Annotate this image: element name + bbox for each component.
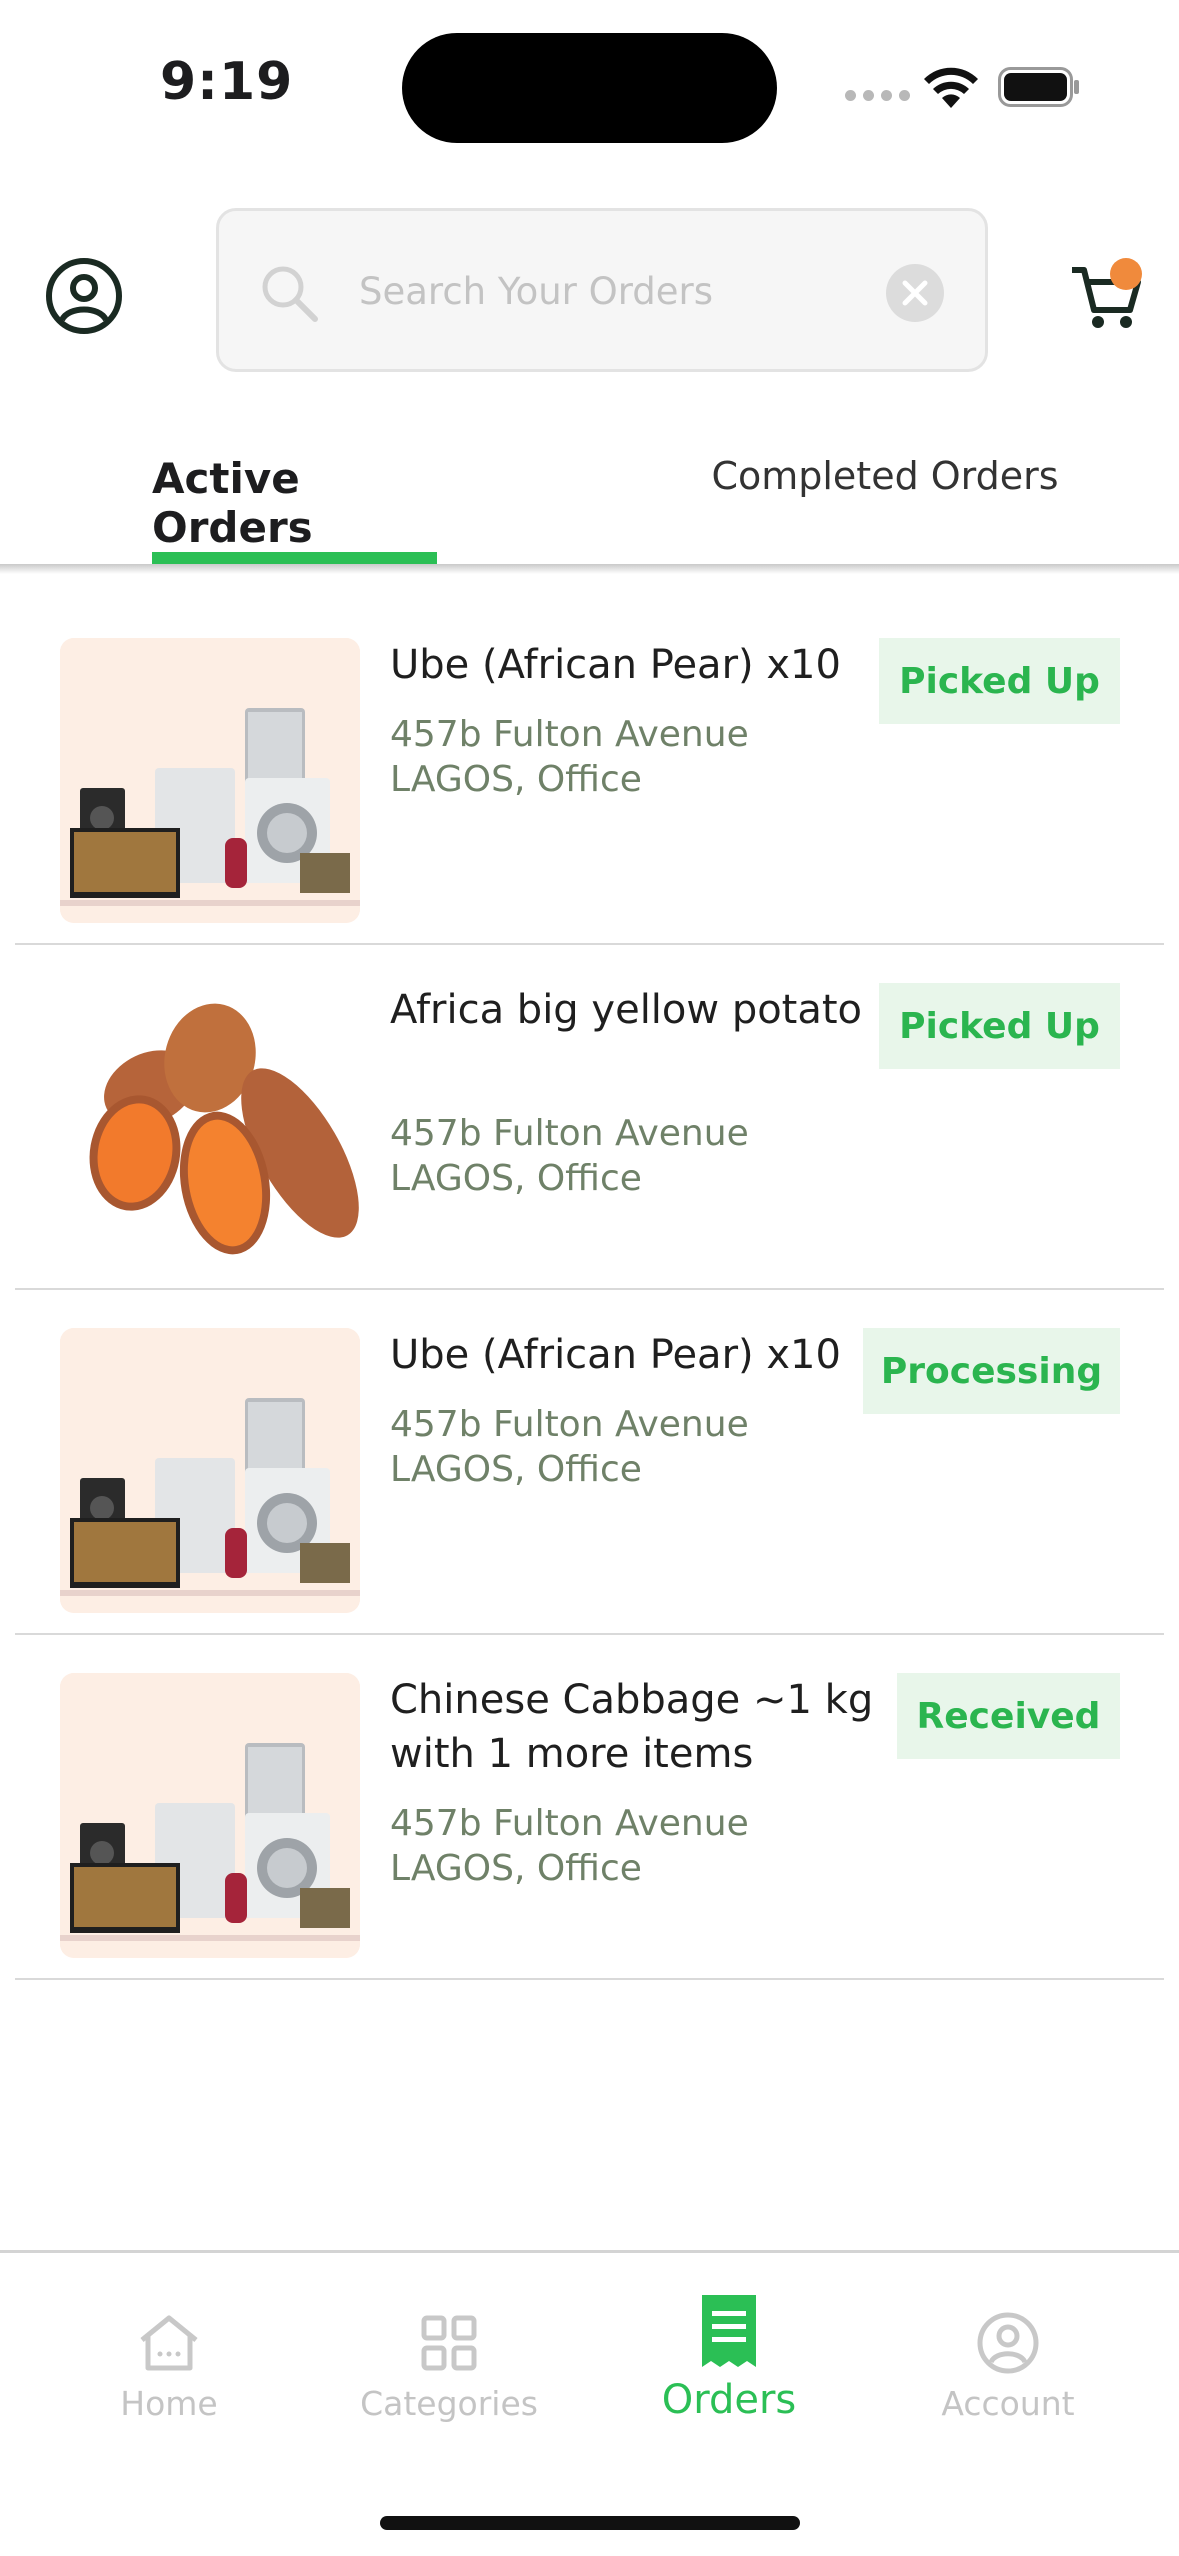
order-title: Chinese Cabbage ~1 kg with 1 more items <box>390 1677 874 1777</box>
status-badge: Picked Up <box>879 638 1120 724</box>
search-bar[interactable] <box>216 208 988 372</box>
nav-label: Categories <box>360 2384 538 2423</box>
order-address-line1: 457b Fulton Avenue <box>390 1404 749 1445</box>
appliances-image <box>60 638 360 923</box>
order-row[interactable]: Africa big yellow potato 457b Fulton Ave… <box>15 945 1164 1290</box>
order-title: Africa big yellow potato <box>390 987 863 1033</box>
bottom-nav: Home Categories Orders Account <box>0 2250 1179 2556</box>
order-row[interactable]: Ube (African Pear) x10 457b Fulton Avenu… <box>15 1290 1164 1635</box>
battery-icon <box>998 67 1079 107</box>
order-row[interactable]: Ube (African Pear) x10 457b Fulton Avenu… <box>15 600 1164 945</box>
order-list: Ube (African Pear) x10 457b Fulton Avenu… <box>0 600 1179 1980</box>
order-title: Ube (African Pear) x10 <box>390 642 841 688</box>
nav-label: Orders <box>661 2377 797 2423</box>
order-address-line2: LAGOS, Office <box>390 1848 642 1889</box>
status-badge: Processing <box>863 1328 1120 1414</box>
status-badge: Received <box>897 1673 1120 1759</box>
wifi-icon <box>924 67 978 108</box>
account-icon <box>977 2312 1039 2374</box>
search-icon <box>262 266 318 322</box>
order-address-line1: 457b Fulton Avenue <box>390 1803 749 1844</box>
nav-item-home[interactable]: Home <box>59 2308 279 2423</box>
active-tab-indicator <box>152 552 437 564</box>
tab-completed-orders[interactable]: Completed Orders <box>700 420 1070 564</box>
appliances-image <box>60 1673 360 1958</box>
profile-avatar-icon[interactable] <box>44 256 124 336</box>
order-title: Ube (African Pear) x10 <box>390 1332 841 1378</box>
home-indicator <box>380 2516 800 2530</box>
status-badge: Picked Up <box>879 983 1120 1069</box>
search-input[interactable] <box>359 251 859 331</box>
order-row[interactable]: Chinese Cabbage ~1 kg with 1 more items … <box>15 1635 1164 1980</box>
order-address-line2: LAGOS, Office <box>390 1449 642 1490</box>
nav-label: Account <box>941 2384 1075 2423</box>
nav-item-orders[interactable]: Orders <box>619 2291 839 2423</box>
nav-item-categories[interactable]: Categories <box>339 2308 559 2423</box>
sweet-potato-image <box>60 983 360 1268</box>
order-address-line1: 457b Fulton Avenue <box>390 714 749 755</box>
order-address-line2: LAGOS, Office <box>390 759 642 800</box>
order-address-line2: LAGOS, Office <box>390 1158 642 1199</box>
status-time: 9:19 <box>160 52 294 112</box>
order-address-line1: 457b Fulton Avenue <box>390 1113 749 1154</box>
nav-label: Home <box>120 2384 218 2423</box>
tab-active-orders[interactable]: Active Orders <box>152 420 437 564</box>
home-icon <box>140 2315 198 2371</box>
clear-search-icon[interactable] <box>885 263 945 323</box>
cart-badge <box>1110 258 1142 290</box>
order-tabs: Active Orders Completed Orders <box>0 420 1179 564</box>
receipt-icon <box>702 2295 756 2367</box>
nav-item-account[interactable]: Account <box>898 2308 1118 2423</box>
dynamic-island <box>402 33 777 143</box>
status-bar: 9:19 <box>0 0 1179 170</box>
appliances-image <box>60 1328 360 1613</box>
tabs-divider <box>0 564 1179 574</box>
grid-icon <box>421 2315 477 2371</box>
cellular-signal-icon <box>845 90 910 101</box>
